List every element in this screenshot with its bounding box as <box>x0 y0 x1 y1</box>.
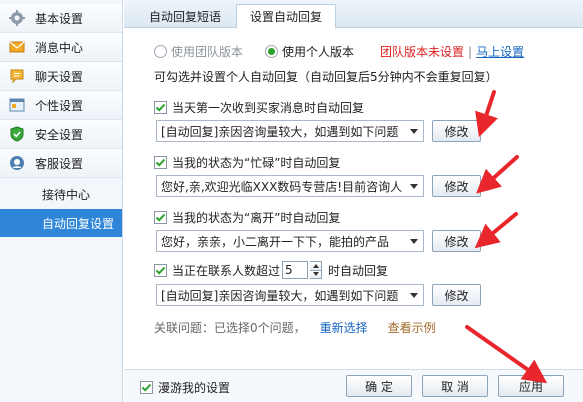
chat-icon <box>9 68 25 84</box>
sidebar-item-security-settings[interactable]: 安全设置 <box>0 120 122 149</box>
sidebar-item-label: 安全设置 <box>35 127 84 142</box>
checkmark-icon <box>155 213 166 222</box>
chevron-down-icon <box>405 231 423 251</box>
rule-first-message-label: 当天第一次收到买家消息时自动回复 <box>172 101 365 115</box>
apply-button[interactable]: 应用 <box>498 375 564 397</box>
rule-contact-limit-label: 当正在联系人数超过 <box>172 263 281 278</box>
ok-button[interactable]: 确 定 <box>346 375 412 397</box>
window-icon <box>9 97 25 113</box>
stepper-down-icon[interactable] <box>310 269 322 278</box>
auto-reply-panel: 使用团队版本 使用个人版本 团队版本未设置 | 马上设置 可勾选并设置个人自动回… <box>124 29 583 369</box>
setup-now-link[interactable]: 马上设置 <box>476 43 524 60</box>
rule-first-message-edit-button[interactable]: 修改 <box>432 120 481 142</box>
related-questions: 关联问题：已选择0个问题， 重新选择 查看示例 <box>154 319 436 336</box>
personal-version-label: 使用个人版本 <box>282 45 355 59</box>
rule-contact-limit-checkbox[interactable] <box>154 263 167 277</box>
shield-icon <box>9 126 25 142</box>
checkmark-icon <box>155 266 166 275</box>
sidebar-item-personal-settings[interactable]: 个性设置 <box>0 91 122 120</box>
team-version-radio[interactable] <box>154 45 167 58</box>
reselect-link[interactable]: 重新选择 <box>320 319 368 336</box>
sidebar-item-label: 消息中心 <box>35 40 84 55</box>
rule-busy-status-edit-button[interactable]: 修改 <box>432 175 481 197</box>
footer-bar: 漫游我的设置 确 定 取 消 应用 <box>124 369 583 402</box>
chevron-down-icon <box>405 176 423 196</box>
stepper-up-icon[interactable] <box>310 262 322 270</box>
cancel-button[interactable]: 取 消 <box>422 375 488 397</box>
tab-set-auto-reply[interactable]: 设置自动回复 <box>236 4 336 29</box>
view-example-link[interactable]: 查看示例 <box>388 319 436 336</box>
team-version-label: 使用团队版本 <box>171 45 244 59</box>
sidebar-item-label: 聊天设置 <box>35 69 84 84</box>
rule-contact-limit: 当正在联系人数超过 5 时自动回复 <box>154 261 388 279</box>
personal-version-radio[interactable] <box>265 45 279 58</box>
select-value: [自动回复]亲因咨询量较大，如遇到如下问题 <box>161 288 399 303</box>
version-mode-row: 使用团队版本 使用个人版本 团队版本未设置 | 马上设置 <box>154 43 524 60</box>
sidebar-subitem-reception-center[interactable]: 接待中心 <box>0 180 122 208</box>
select-value: [自动回复]亲因咨询量较大，如遇到如下问题 <box>161 124 399 139</box>
rule-busy-status-select[interactable]: 您好,亲,欢迎光临XXX数码专营店!目前咨询人 <box>156 175 424 197</box>
sidebar: 基本设置 消息中心 聊天设置 个性设置 安全设置 客服设置 接待中心 自动回复设… <box>0 0 123 402</box>
chevron-down-icon <box>405 121 423 141</box>
mail-icon <box>9 39 25 55</box>
rule-away-status-checkbox[interactable] <box>154 211 167 224</box>
gear-icon <box>9 10 25 26</box>
sidebar-item-label: 客服设置 <box>35 156 84 171</box>
rule-contact-limit-select[interactable]: [自动回复]亲因咨询量较大，如遇到如下问题 <box>156 284 424 306</box>
rule-away-status-select[interactable]: 您好，亲亲，小二离开一下下，能拍的产品 <box>156 230 424 252</box>
roam-settings-label: 漫游我的设置 <box>158 381 231 395</box>
sidebar-item-basic-settings[interactable]: 基本设置 <box>0 4 122 33</box>
rule-first-message: 当天第一次收到买家消息时自动回复 <box>154 99 364 116</box>
rule-contact-limit-edit-button[interactable]: 修改 <box>432 284 481 306</box>
roam-settings: 漫游我的设置 <box>140 379 230 396</box>
contact-limit-stepper[interactable] <box>310 261 323 279</box>
auto-reply-hint: 可勾选并设置个人自动回复（自动回复后5分钟内不会重复回复） <box>154 70 498 84</box>
chevron-down-icon <box>405 285 423 305</box>
contact-limit-input[interactable]: 5 <box>282 261 309 279</box>
rule-away-status: 当我的状态为“离开”时自动回复 <box>154 209 340 226</box>
tab-auto-reply-phrases[interactable]: 自动回复短语 <box>138 4 232 28</box>
separator: | <box>468 44 473 59</box>
service-icon <box>9 155 25 171</box>
select-value: 您好,亲,欢迎光临XXX数码专营店!目前咨询人 <box>161 179 403 194</box>
rule-busy-status: 当我的状态为“忙碌”时自动回复 <box>154 154 340 171</box>
checkmark-icon <box>155 103 166 112</box>
rule-away-status-edit-button[interactable]: 修改 <box>432 230 481 252</box>
sidebar-item-message-center[interactable]: 消息中心 <box>0 33 122 62</box>
team-version-warning: 团队版本未设置 <box>380 45 465 59</box>
rule-first-message-select[interactable]: [自动回复]亲因咨询量较大，如遇到如下问题 <box>156 120 424 142</box>
sidebar-item-chat-settings[interactable]: 聊天设置 <box>0 62 122 91</box>
rule-busy-status-checkbox[interactable] <box>154 156 167 169</box>
rule-first-message-checkbox[interactable] <box>154 101 167 114</box>
sidebar-item-label: 基本设置 <box>35 11 84 26</box>
sidebar-item-label: 个性设置 <box>35 98 84 113</box>
roam-settings-checkbox[interactable] <box>140 381 153 394</box>
tab-bar: 自动回复短语 设置自动回复 <box>124 0 583 29</box>
select-value: 您好，亲亲，小二离开一下下，能拍的产品 <box>161 234 390 249</box>
sidebar-subitem-auto-reply-settings[interactable]: 自动回复设置 <box>0 209 122 237</box>
related-questions-text: 关联问题：已选择0个问题， <box>154 321 306 335</box>
rule-away-status-label: 当我的状态为“离开”时自动回复 <box>172 211 341 225</box>
checkmark-icon <box>141 383 152 392</box>
checkmark-icon <box>155 158 166 167</box>
sidebar-item-service-settings[interactable]: 客服设置 <box>0 149 122 178</box>
rule-contact-limit-label-suffix: 时自动回复 <box>328 263 389 278</box>
rule-busy-status-label: 当我的状态为“忙碌”时自动回复 <box>172 156 341 170</box>
